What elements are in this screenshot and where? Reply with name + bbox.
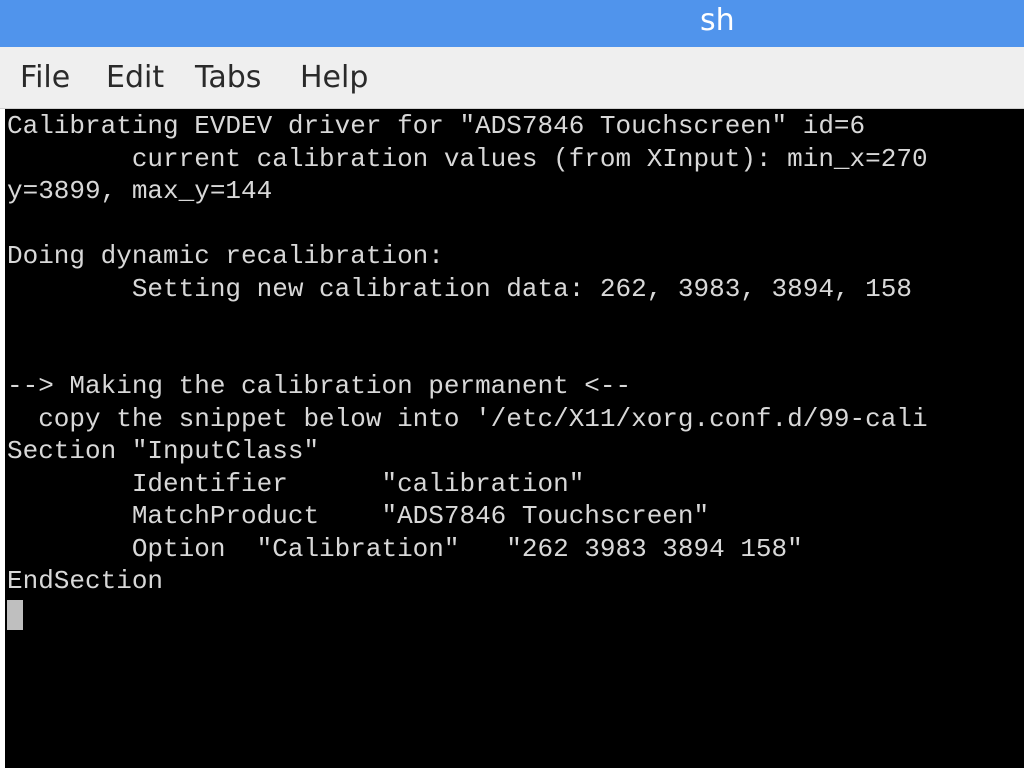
terminal-line: copy the snippet below into '/etc/X11/xo…: [7, 404, 928, 434]
menu-help[interactable]: Help: [298, 59, 370, 97]
terminal-cursor: [7, 600, 23, 630]
terminal-area[interactable]: Calibrating EVDEV driver for "ADS7846 To…: [5, 109, 1024, 768]
terminal-line: Calibrating EVDEV driver for "ADS7846 To…: [7, 111, 866, 141]
terminal-line: Doing dynamic recalibration:: [7, 241, 444, 271]
terminal-line: --> Making the calibration permanent <--: [7, 371, 632, 401]
window-title: sh: [700, 3, 735, 38]
title-bar[interactable]: sh: [0, 0, 1024, 47]
terminal-line: Identifier "calibration": [7, 469, 585, 499]
terminal-line: EndSection: [7, 566, 164, 596]
menu-bar: File Edit Tabs Help: [0, 47, 1024, 109]
terminal-line: Setting new calibration data: 262, 3983,…: [7, 274, 912, 304]
menu-tabs[interactable]: Tabs: [193, 59, 263, 97]
terminal-line: MatchProduct "ADS7846 Touchscreen": [7, 501, 710, 531]
menu-file[interactable]: File: [18, 59, 72, 97]
terminal-line: Option "Calibration" "262 3983 3894 158": [7, 534, 803, 564]
terminal-line: y=3899, max_y=144: [7, 176, 273, 206]
terminal-line: current calibration values (from XInput)…: [7, 144, 928, 174]
terminal-line: Section "InputClass": [7, 436, 320, 466]
menu-edit[interactable]: Edit: [104, 59, 166, 97]
